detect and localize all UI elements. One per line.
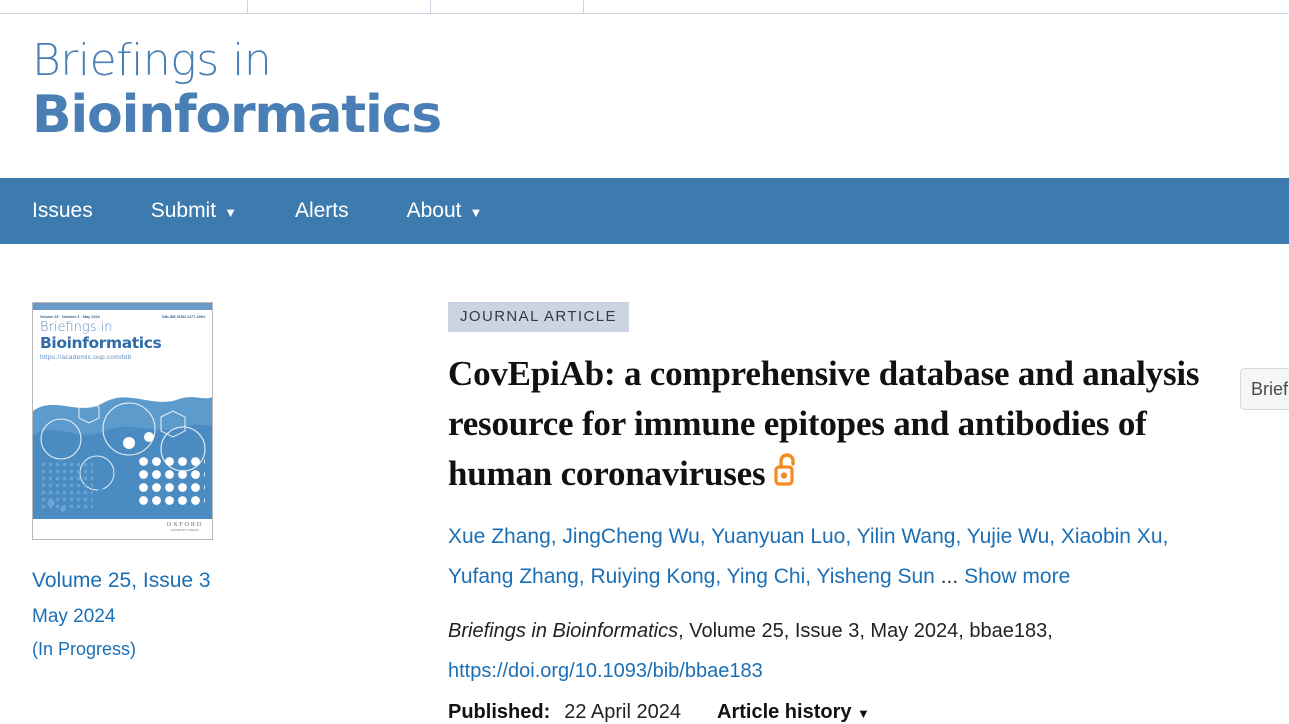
article-title-text: CovEpiAb: a comprehensive database and a… [448, 354, 1200, 493]
issue-status-label: (In Progress) [32, 639, 137, 659]
chevron-down-icon: ▼ [857, 706, 870, 721]
top-bar-divider [430, 0, 431, 13]
cover-url-text: https://academic.oup.com/bib [40, 354, 132, 361]
nav-item-about-label: About [406, 199, 462, 222]
journal-logo-line2: Bioinformatics [32, 85, 442, 145]
oxford-logo-line1: OXFORD [166, 521, 203, 528]
nav-item-issues[interactable]: Issues [32, 199, 93, 223]
top-bar-divider [583, 0, 584, 13]
nav-item-issues-label: Issues [32, 199, 93, 222]
article-header: JOURNAL ARTICLE CovEpiAb: a comprehensiv… [448, 302, 1289, 724]
page-title: CovEpiAb: a comprehensive database and a… [448, 349, 1238, 501]
oxford-university-press-logo: OXFORD UNIVERSITY PRESS [167, 521, 203, 532]
journal-masthead[interactable]: Briefings in Bioinformatics [0, 14, 1289, 178]
nav-item-submit[interactable]: Submit ▼ [151, 199, 237, 223]
nav-item-submit-label: Submit [150, 199, 217, 222]
issue-sidebar: Volume 25 · Number 3 · May 2024 ONLINE I… [0, 302, 448, 724]
citation-details: , Volume 25, Issue 3, May 2024, bbae183, [678, 620, 1053, 642]
author-list: Xue Zhang, JingCheng Wu, Yuanyuan Luo, Y… [448, 517, 1248, 597]
chevron-down-icon: ▼ [469, 204, 483, 220]
search-input[interactable]: Briefin [1240, 368, 1289, 410]
article-type-badge: JOURNAL ARTICLE [448, 302, 629, 332]
open-access-lock-icon [773, 451, 799, 501]
doi-link[interactable]: https://doi.org/10.1093/bib/bbae183 [448, 655, 1275, 687]
cover-meta-row: Volume 25 · Number 3 · May 2024 ONLINE I… [33, 310, 212, 319]
cover-title-line2: Bioinformatics [40, 334, 162, 352]
issue-date-link[interactable]: May 2024 [32, 600, 448, 634]
published-date: 22 April 2024 [564, 701, 681, 723]
primary-navigation: Issues Submit ▼ Alerts About ▼ [0, 178, 1289, 244]
article-history-label: Article history [717, 701, 852, 723]
top-bar-divider [247, 0, 248, 13]
citation-line: Briefings in Bioinformatics, Volume 25, … [448, 615, 1275, 647]
nav-item-alerts[interactable]: Alerts [295, 199, 349, 223]
citation-journal-name: Briefings in Bioinformatics [448, 620, 679, 642]
published-row: Published: 22 April 2024 Article history… [448, 701, 1275, 724]
chevron-down-icon: ▼ [224, 204, 237, 220]
journal-logo-line1: Briefings in [32, 35, 272, 86]
nav-item-alerts-label: Alerts [294, 199, 349, 222]
journal-cover-image[interactable]: Volume 25 · Number 3 · May 2024 ONLINE I… [32, 302, 213, 540]
top-utility-bar [0, 0, 1289, 14]
published-label: Published: [448, 701, 551, 723]
nav-item-about[interactable]: About ▼ [407, 199, 483, 223]
cover-top-band [33, 303, 212, 310]
navigation-wrapper: Issues Submit ▼ Alerts About ▼ Briefin [0, 178, 1289, 410]
show-more-authors-link[interactable]: Show more [964, 565, 1070, 588]
author-line-1[interactable]: Xue Zhang, JingCheng Wu, Yuanyuan Luo, Y… [448, 525, 1168, 548]
cover-issn-text: ONLINE ISSN 1477-4054 [161, 315, 205, 319]
cover-title-line1: Briefings in [40, 320, 113, 335]
oxford-logo-line2: UNIVERSITY PRESS [170, 529, 199, 532]
cover-artwork [33, 377, 212, 519]
cover-volume-text: Volume 25 · Number 3 · May 2024 [40, 315, 100, 319]
search-input-value: Briefin [1251, 378, 1289, 399]
author-ellipsis: ... [940, 565, 959, 588]
article-landing-content: Volume 25 · Number 3 · May 2024 ONLINE I… [0, 244, 1289, 724]
author-line-2[interactable]: Yufang Zhang, Ruiying Kong, Ying Chi, Yi… [448, 565, 935, 588]
issue-volume-link[interactable]: Volume 25, Issue 3 [32, 562, 448, 600]
article-history-toggle[interactable]: Article history ▼ [717, 701, 870, 724]
